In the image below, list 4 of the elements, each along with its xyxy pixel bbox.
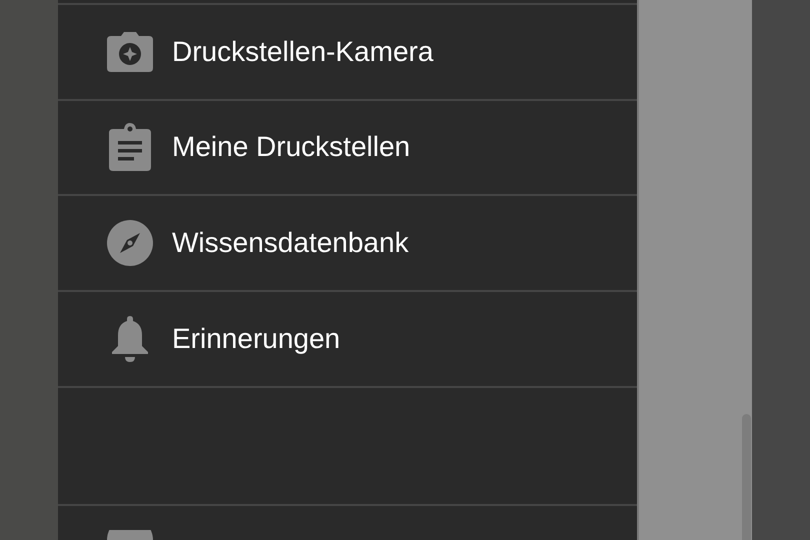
scrollbar-thumb[interactable] — [742, 414, 751, 540]
compass-icon — [107, 220, 153, 266]
camera-icon — [107, 32, 153, 72]
clipboard-icon — [107, 123, 153, 172]
